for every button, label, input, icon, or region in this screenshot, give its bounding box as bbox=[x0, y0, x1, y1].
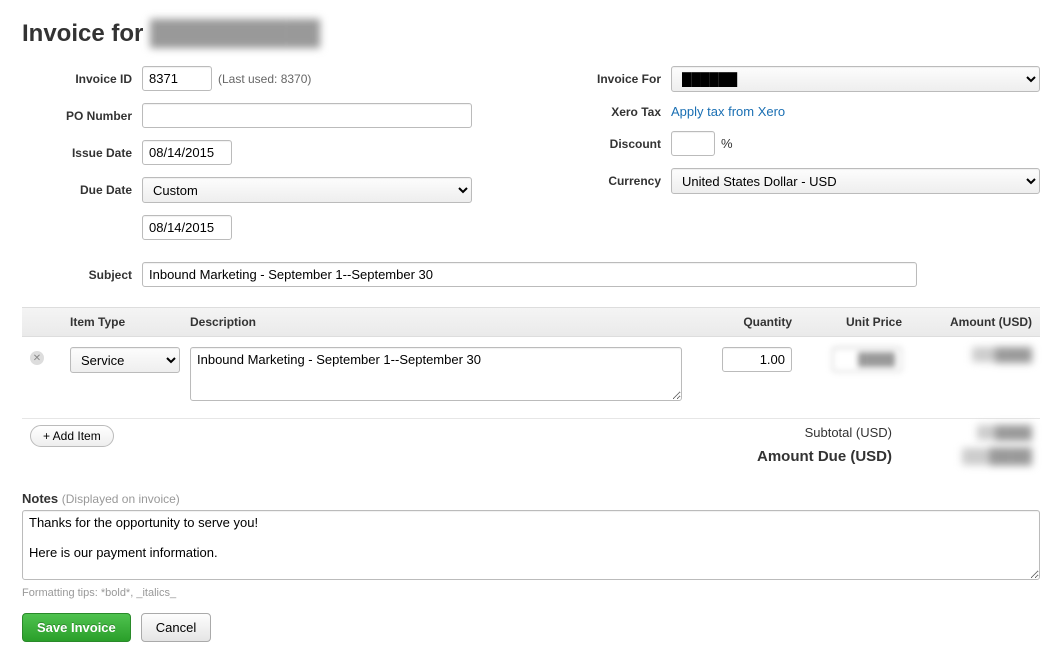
page-title: Invoice for ██████████ bbox=[22, 20, 1040, 48]
due-date-label: Due Date bbox=[22, 183, 142, 197]
notes-textarea[interactable]: Thanks for the opportunity to serve you!… bbox=[22, 510, 1040, 580]
subject-label: Subject bbox=[22, 268, 142, 282]
notes-label: Notes bbox=[22, 491, 58, 506]
subject-input[interactable] bbox=[142, 262, 917, 287]
invoice-id-label: Invoice ID bbox=[22, 72, 142, 86]
item-amount-value: ████ bbox=[972, 347, 1032, 362]
issue-date-label: Issue Date bbox=[22, 146, 142, 160]
col-description: Description bbox=[190, 315, 682, 329]
discount-input[interactable] bbox=[671, 131, 715, 156]
subtotal-label: Subtotal (USD) bbox=[757, 425, 892, 440]
xero-tax-label: Xero Tax bbox=[551, 105, 671, 119]
item-type-select[interactable]: Service bbox=[70, 347, 180, 373]
cancel-button[interactable]: Cancel bbox=[141, 613, 211, 642]
page-title-prefix: Invoice for bbox=[22, 20, 143, 47]
xero-tax-link[interactable]: Apply tax from Xero bbox=[671, 104, 785, 119]
remove-line-icon[interactable]: ✕ bbox=[30, 351, 44, 365]
formatting-hint: Formatting tips: *bold*, _italics_ bbox=[22, 587, 1040, 599]
due-date-select[interactable]: Custom bbox=[142, 177, 472, 203]
notes-sublabel: (Displayed on invoice) bbox=[62, 492, 180, 506]
col-quantity: Quantity bbox=[692, 315, 792, 329]
client-name-redacted: ██████████ bbox=[150, 20, 320, 48]
item-description-input[interactable]: Inbound Marketing - September 1--Septemb… bbox=[190, 347, 682, 401]
invoice-id-hint: (Last used: 8370) bbox=[218, 72, 311, 86]
discount-label: Discount bbox=[551, 137, 671, 151]
currency-label: Currency bbox=[551, 174, 671, 188]
col-item-type: Item Type bbox=[70, 315, 180, 329]
currency-select[interactable]: United States Dollar - USD bbox=[671, 168, 1040, 194]
invoice-id-input[interactable] bbox=[142, 66, 212, 91]
issue-date-input[interactable] bbox=[142, 140, 232, 165]
amount-due-value: ████ bbox=[962, 448, 1032, 465]
item-unit-price-input[interactable] bbox=[832, 347, 902, 372]
amount-due-label: Amount Due (USD) bbox=[757, 448, 892, 465]
due-date-input[interactable] bbox=[142, 215, 232, 240]
po-number-label: PO Number bbox=[22, 109, 142, 123]
items-header: Item Type Description Quantity Unit Pric… bbox=[22, 307, 1040, 337]
col-amount: Amount (USD) bbox=[912, 315, 1032, 329]
discount-unit: % bbox=[721, 136, 733, 151]
add-item-button[interactable]: + Add Item bbox=[30, 425, 114, 447]
invoice-for-select[interactable]: ██████ bbox=[671, 66, 1040, 92]
col-unit-price: Unit Price bbox=[802, 315, 902, 329]
invoice-for-label: Invoice For bbox=[551, 72, 671, 86]
line-item-row: ✕ Service Inbound Marketing - September … bbox=[22, 337, 1040, 418]
subtotal-value: ████ bbox=[977, 425, 1032, 440]
po-number-input[interactable] bbox=[142, 103, 472, 128]
save-invoice-button[interactable]: Save Invoice bbox=[22, 613, 131, 642]
item-quantity-input[interactable] bbox=[722, 347, 792, 372]
